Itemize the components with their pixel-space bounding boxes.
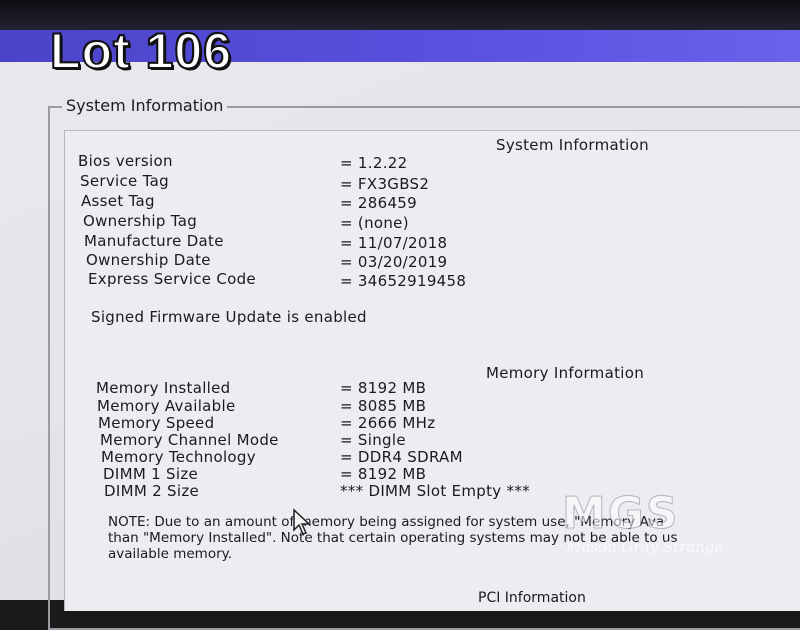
service-tag-label: Service Tag xyxy=(80,172,169,190)
ownership-date-value: = 03/20/2019 xyxy=(340,253,448,271)
dimm2-size-label: DIMM 2 Size xyxy=(104,482,200,500)
system-info-heading: System Information xyxy=(496,136,649,154)
dimm1-size-label: DIMM 1 Size xyxy=(103,465,199,483)
groupbox-title: System Information xyxy=(62,96,228,115)
watermark-name: Mason Gray Strange xyxy=(566,538,724,556)
asset-tag-label: Asset Tag xyxy=(81,192,155,210)
bios-version-label: Bios version xyxy=(78,152,173,170)
dimm1-size-value: = 8192 MB xyxy=(340,465,427,483)
express-service-code-value: = 34652919458 xyxy=(340,272,467,290)
memory-info-heading: Memory Information xyxy=(486,364,644,382)
memory-channel-mode-label: Memory Channel Mode xyxy=(100,431,279,449)
memory-available-value: = 8085 MB xyxy=(340,397,427,415)
memory-speed-label: Memory Speed xyxy=(98,414,215,432)
ownership-tag-label: Ownership Tag xyxy=(83,212,198,230)
dimm2-size-value: *** DIMM Slot Empty *** xyxy=(340,482,530,500)
lot-label: Lot 106 xyxy=(49,22,233,80)
watermark-logo: MGS xyxy=(562,488,680,540)
memory-installed-value: = 8192 MB xyxy=(340,379,427,397)
asset-tag-value: = 286459 xyxy=(340,194,417,212)
manufacture-date-label: Manufacture Date xyxy=(84,232,224,250)
watermark: MGS Mason Gray Strange xyxy=(562,488,752,558)
mouse-pointer-icon xyxy=(293,508,311,535)
service-tag-value: = FX3GBS2 xyxy=(340,175,430,193)
firmware-status: Signed Firmware Update is enabled xyxy=(91,308,367,326)
pci-information-heading-partial: PCI Information xyxy=(478,590,586,606)
express-service-code-label: Express Service Code xyxy=(88,270,256,288)
memory-technology-value: = DDR4 SDRAM xyxy=(340,448,463,466)
memory-installed-label: Memory Installed xyxy=(96,379,231,397)
ownership-tag-value: = (none) xyxy=(340,214,409,232)
memory-available-label: Memory Available xyxy=(97,397,236,415)
memory-speed-value: = 2666 MHz xyxy=(340,414,436,432)
ownership-date-label: Ownership Date xyxy=(86,251,211,269)
memory-technology-label: Memory Technology xyxy=(101,448,256,466)
bios-version-value: = 1.2.22 xyxy=(340,154,408,172)
memory-channel-mode-value: = Single xyxy=(340,431,406,449)
manufacture-date-value: = 11/07/2018 xyxy=(340,234,448,252)
